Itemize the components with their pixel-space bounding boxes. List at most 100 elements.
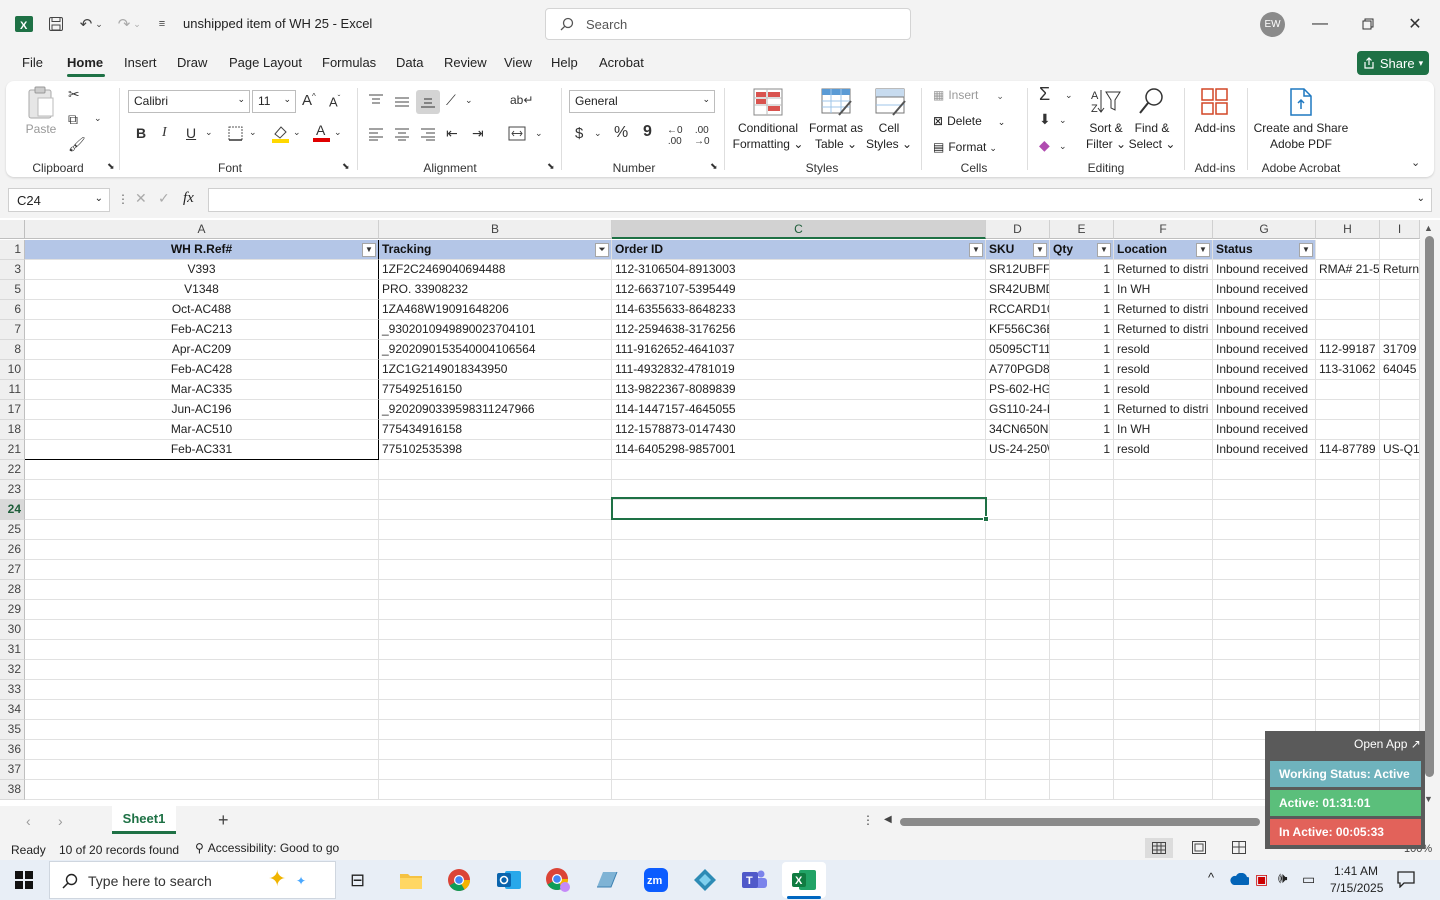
tray-app-icon[interactable]: ▣ [1255, 871, 1268, 888]
table-cell[interactable] [1213, 580, 1316, 600]
filter-dropdown-icon[interactable]: ▼ [1299, 243, 1313, 257]
user-avatar[interactable]: EW [1260, 12, 1285, 37]
table-cell[interactable]: Mar-AC335 [25, 380, 379, 400]
table-cell[interactable] [1316, 520, 1380, 540]
table-cell[interactable] [612, 740, 986, 760]
row-header-32[interactable]: 32 [0, 660, 25, 680]
filter-dropdown-icon[interactable]: ▼ [362, 243, 376, 257]
sheet-tab-sheet1[interactable]: Sheet1 [112, 806, 176, 834]
customize-toolbar-icon[interactable]: ≡ [150, 12, 174, 36]
table-cell[interactable]: 05095CT11 [986, 340, 1050, 360]
table-cell[interactable] [1050, 680, 1114, 700]
table-cell[interactable] [379, 540, 612, 560]
table-cell[interactable] [1316, 300, 1380, 320]
table-cell[interactable]: resold [1114, 380, 1213, 400]
table-cell[interactable] [379, 680, 612, 700]
table-cell[interactable]: 775492516150 [379, 380, 612, 400]
table-cell[interactable]: 114-87789 [1316, 440, 1380, 460]
merge-center-icon[interactable] [508, 126, 526, 141]
table-cell[interactable]: GS110-24-I [986, 400, 1050, 420]
vertical-scroll-thumb[interactable] [1425, 236, 1434, 777]
table-cell[interactable] [1114, 540, 1213, 560]
table-cell[interactable] [1114, 560, 1213, 580]
borders-icon[interactable] [228, 126, 243, 141]
table-cell[interactable] [1380, 540, 1420, 560]
clear-icon[interactable]: ◆ [1039, 137, 1050, 154]
row-header-31[interactable]: 31 [0, 640, 25, 660]
table-cell[interactable] [379, 700, 612, 720]
column-header-d[interactable]: D [986, 220, 1050, 239]
menu-file[interactable]: File [22, 55, 43, 70]
table-cell[interactable] [25, 520, 379, 540]
table-cell[interactable] [1050, 640, 1114, 660]
table-cell[interactable] [379, 780, 612, 800]
column-header-e[interactable]: E [1050, 220, 1114, 239]
menu-review[interactable]: Review [444, 55, 487, 70]
table-cell[interactable]: 775434916158 [379, 420, 612, 440]
table-cell[interactable] [25, 760, 379, 780]
teams-icon[interactable]: T [739, 866, 769, 894]
column-header-c[interactable]: C [612, 220, 986, 239]
table-cell[interactable] [612, 520, 986, 540]
table-cell[interactable] [25, 780, 379, 800]
clear-dropdown-icon[interactable]: ⌄ [1059, 141, 1067, 152]
alignment-launcher-icon[interactable]: ⬊ [547, 161, 555, 172]
search-box[interactable]: Search [545, 8, 911, 40]
row-header-3[interactable]: 3 [0, 260, 25, 280]
table-cell[interactable] [379, 560, 612, 580]
table-cell[interactable]: 1 [1050, 360, 1114, 380]
row-header-25[interactable]: 25 [0, 520, 25, 540]
conditional-formatting-label[interactable]: Conditional Formatting ⌄ [730, 120, 806, 152]
table-cell[interactable] [1213, 620, 1316, 640]
menu-draw[interactable]: Draw [177, 55, 207, 70]
row-header-22[interactable]: 22 [0, 460, 25, 480]
table-cell[interactable]: 113-9822367-8089839 [612, 380, 986, 400]
network-icon[interactable]: ▭ [1302, 871, 1315, 888]
normal-view-button[interactable] [1145, 838, 1173, 858]
table-cell[interactable]: resold [1114, 360, 1213, 380]
table-cell[interactable] [1050, 480, 1114, 500]
table-cell[interactable] [379, 620, 612, 640]
table-cell[interactable] [25, 460, 379, 480]
table-cell[interactable] [986, 740, 1050, 760]
table-cell[interactable] [379, 580, 612, 600]
orientation-icon[interactable]: ⟋ [446, 92, 456, 109]
table-cell[interactable] [1213, 560, 1316, 580]
table-cell[interactable]: 1ZA468W19091648206 [379, 300, 612, 320]
row-header-1[interactable]: 1 [0, 240, 25, 260]
zoom-icon[interactable]: zm [641, 866, 671, 894]
fill-dropdown-icon[interactable]: ⌄ [1059, 115, 1067, 126]
taskbar-search-box[interactable]: Type here to search ✦ ✦ [49, 861, 336, 899]
row-header-23[interactable]: 23 [0, 480, 25, 500]
column-header-g[interactable]: G [1213, 220, 1316, 239]
table-cell[interactable]: 111-4932832-4781019 [612, 360, 986, 380]
table-cell[interactable] [1050, 720, 1114, 740]
prev-sheet-icon[interactable]: ‹ [26, 813, 31, 829]
table-cell[interactable] [1380, 680, 1420, 700]
table-header-cell[interactable]: Status ▼ [1213, 240, 1316, 260]
row-header-7[interactable]: 7 [0, 320, 25, 340]
align-center-icon[interactable] [394, 127, 410, 141]
table-cell[interactable] [25, 600, 379, 620]
fill-handle[interactable] [983, 516, 989, 522]
font-name-select[interactable]: Calibri ⌄ [128, 90, 250, 113]
confirm-entry-icon[interactable]: ✓ [158, 190, 170, 207]
table-cell[interactable] [612, 540, 986, 560]
table-cell[interactable] [1380, 700, 1420, 720]
table-cell[interactable]: Inbound received [1213, 440, 1316, 460]
table-cell[interactable] [1380, 280, 1420, 300]
table-cell[interactable] [1114, 780, 1213, 800]
table-cell[interactable] [986, 780, 1050, 800]
table-cell[interactable] [1316, 460, 1380, 480]
table-cell[interactable] [1380, 620, 1420, 640]
table-cell[interactable] [1213, 500, 1316, 520]
table-cell[interactable] [1380, 560, 1420, 580]
file-explorer-icon[interactable] [396, 866, 426, 894]
table-cell[interactable] [1050, 740, 1114, 760]
font-size-select[interactable]: 11 ⌄ [252, 90, 296, 113]
table-cell[interactable] [25, 620, 379, 640]
table-cell[interactable] [612, 560, 986, 580]
table-cell[interactable] [25, 580, 379, 600]
row-header-8[interactable]: 8 [0, 340, 25, 360]
table-cell[interactable] [1213, 540, 1316, 560]
